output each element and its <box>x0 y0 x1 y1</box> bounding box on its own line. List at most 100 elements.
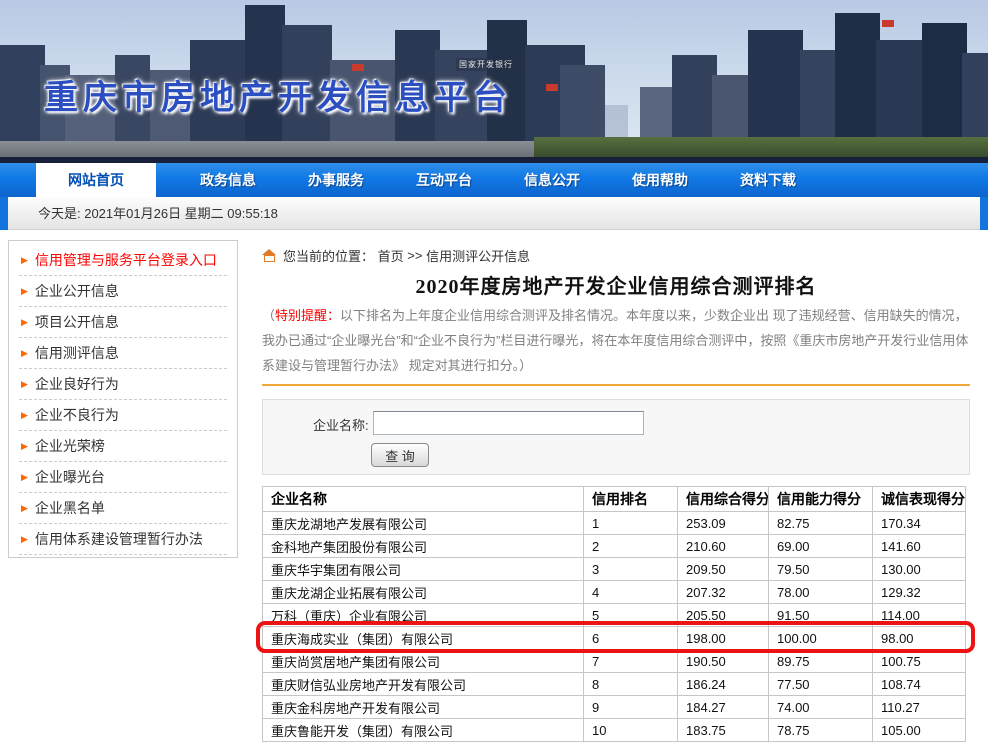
table-cell: 79.50 <box>769 558 873 581</box>
table-header-4: 诚信表现得分 <box>873 487 966 512</box>
sidebar-item-0[interactable]: ▶信用管理与服务平台登录入口 <box>19 245 227 276</box>
sidebar-item-label: 企业曝光台 <box>35 467 105 487</box>
nav-tab-4[interactable]: 信息公开 <box>498 163 606 197</box>
arrow-bullet-icon: ▶ <box>21 317 28 328</box>
arrow-bullet-icon: ▶ <box>21 286 28 297</box>
page-title: 2020年度房地产开发企业信用综合测评排名 <box>262 270 970 299</box>
table-cell: 108.74 <box>873 673 966 696</box>
breadcrumb: 您当前的位置： 首页 >> 信用测评公开信息 <box>262 246 970 264</box>
table-header-2: 信用综合得分 <box>678 487 769 512</box>
table-cell: 1 <box>584 512 678 535</box>
arrow-bullet-icon: ▶ <box>21 348 28 359</box>
table-cell: 129.32 <box>873 581 966 604</box>
sidebar-item-label: 企业光荣榜 <box>35 436 105 456</box>
table-cell: 2 <box>584 535 678 558</box>
datebar-frame: 今天是: 2021年01月26日 星期二 09:55:18 <box>0 197 988 230</box>
table-cell: 重庆海成实业（集团）有限公司 <box>263 627 584 650</box>
nav-tab-1[interactable]: 政务信息 <box>174 163 282 197</box>
table-cell: 186.24 <box>678 673 769 696</box>
home-icon <box>262 249 277 262</box>
table-cell: 209.50 <box>678 558 769 581</box>
table-row: 万科（重庆）企业有限公司5205.5091.50114.00 <box>263 604 966 627</box>
arrow-bullet-icon: ▶ <box>21 472 28 483</box>
sidebar-item-6[interactable]: ▶ 企业光荣榜 <box>19 431 227 462</box>
table-cell: 114.00 <box>873 604 966 627</box>
sidebar-item-label: 信用测评信息 <box>35 343 119 363</box>
table-row: 重庆华宇集团有限公司3209.5079.50130.00 <box>263 558 966 581</box>
company-name-label: 企业名称: <box>313 414 369 438</box>
breadcrumb-home-link[interactable]: 首页 <box>378 246 404 265</box>
gold-divider <box>262 384 970 386</box>
table-header-0: 企业名称 <box>263 487 584 512</box>
banner-building <box>835 13 880 145</box>
table-cell: 198.00 <box>678 627 769 650</box>
table-cell: 万科（重庆）企业有限公司 <box>263 604 584 627</box>
table-cell: 78.00 <box>769 581 873 604</box>
table-cell: 184.27 <box>678 696 769 719</box>
sidebar-item-4[interactable]: ▶企业良好行为 <box>19 369 227 400</box>
sidebar-item-label: 企业公开信息 <box>35 281 119 301</box>
building-logo-mark <box>882 20 894 27</box>
table-cell: 金科地产集团股份有限公司 <box>263 535 584 558</box>
table-cell: 91.50 <box>769 604 873 627</box>
table-header-1: 信用排名 <box>584 487 678 512</box>
table-cell: 190.50 <box>678 650 769 673</box>
table-row: 重庆金科房地产开发有限公司9184.2774.00110.27 <box>263 696 966 719</box>
table-cell: 重庆金科房地产开发有限公司 <box>263 696 584 719</box>
table-cell: 重庆尚赏居地产集团有限公司 <box>263 650 584 673</box>
page-content: ▶信用管理与服务平台登录入口▶企业公开信息▶项目公开信息▶信用测评信息▶企业良好… <box>0 230 988 726</box>
arrow-bullet-icon: ▶ <box>21 503 28 514</box>
sidebar-item-8[interactable]: ▶企业黑名单 <box>19 493 227 524</box>
table-cell: 210.60 <box>678 535 769 558</box>
sidebar-item-label: 信用管理与服务平台登录入口 <box>35 250 217 270</box>
current-date-text: 今天是: 2021年01月26日 星期二 09:55:18 <box>8 197 980 230</box>
notice-paragraph: （特别提醒：以下排名为上年度企业信用综合测评及排名情况。本年度以来，少数企业出 … <box>262 303 970 378</box>
nav-tab-5[interactable]: 使用帮助 <box>606 163 714 197</box>
banner-building <box>672 55 717 145</box>
sidebar-item-2[interactable]: ▶ 项目公开信息 <box>19 307 227 338</box>
table-cell: 74.00 <box>769 696 873 719</box>
arrow-bullet-icon: ▶ <box>21 441 28 452</box>
sidebar-item-9[interactable]: ▶信用体系建设管理暂行办法 <box>19 524 227 555</box>
table-cell: 110.27 <box>873 696 966 719</box>
banner-building <box>800 50 840 145</box>
ranking-table-wrap: 企业名称信用排名信用综合得分信用能力得分诚信表现得分 重庆龙湖地产发展有限公司1… <box>262 486 965 742</box>
banner-building <box>712 75 752 145</box>
table-cell: 重庆财信弘业房地产开发有限公司 <box>263 673 584 696</box>
breadcrumb-current: 信用测评公开信息 <box>426 246 530 265</box>
sidebar-item-label: 项目公开信息 <box>35 312 119 332</box>
table-row: 重庆龙湖地产发展有限公司1253.0982.75170.34 <box>263 512 966 535</box>
table-cell: 4 <box>584 581 678 604</box>
table-cell: 8 <box>584 673 678 696</box>
table-row: 重庆财信弘业房地产开发有限公司8186.2477.50108.74 <box>263 673 966 696</box>
sidebar-item-label: 企业良好行为 <box>35 374 119 394</box>
table-cell: 82.75 <box>769 512 873 535</box>
table-cell: 183.75 <box>678 719 769 742</box>
sidebar-item-5[interactable]: ▶企业不良行为 <box>19 400 227 431</box>
breadcrumb-label: 您当前的位置： <box>283 246 374 265</box>
site-title: 重庆市房地产开发信息平台 <box>44 70 512 119</box>
sidebar-item-7[interactable]: ▶ 企业曝光台 <box>19 462 227 493</box>
nav-tab-3[interactable]: 互动平台 <box>390 163 498 197</box>
nav-tab-2[interactable]: 办事服务 <box>282 163 390 197</box>
company-name-input[interactable] <box>373 411 644 435</box>
table-cell: 141.60 <box>873 535 966 558</box>
table-header-row: 企业名称信用排名信用综合得分信用能力得分诚信表现得分 <box>263 487 966 512</box>
table-row: 金科地产集团股份有限公司2210.6069.00141.60 <box>263 535 966 558</box>
table-cell: 9 <box>584 696 678 719</box>
arrow-bullet-icon: ▶ <box>21 534 28 545</box>
notice-warning-label: 特别提醒： <box>275 308 340 323</box>
table-cell: 100.75 <box>873 650 966 673</box>
sidebar-item-1[interactable]: ▶ 企业公开信息 <box>19 276 227 307</box>
search-button[interactable]: 查 询 <box>371 443 429 467</box>
search-panel: 企业名称: 查 询 <box>262 399 970 475</box>
table-cell: 69.00 <box>769 535 873 558</box>
table-cell: 5 <box>584 604 678 627</box>
banner-building <box>962 53 988 145</box>
sidebar-item-3[interactable]: ▶ 信用测评信息 <box>19 338 227 369</box>
nav-tab-6[interactable]: 资料下载 <box>714 163 822 197</box>
sidebar-menu: ▶信用管理与服务平台登录入口▶企业公开信息▶项目公开信息▶信用测评信息▶企业良好… <box>8 240 238 558</box>
notice-body: 以下排名为上年度企业信用综合测评及排名情况。本年度以来，少数企业出 现了违规经营… <box>262 308 968 373</box>
banner-building <box>0 45 45 145</box>
nav-tab-0[interactable]: 网站首页 <box>36 163 156 197</box>
